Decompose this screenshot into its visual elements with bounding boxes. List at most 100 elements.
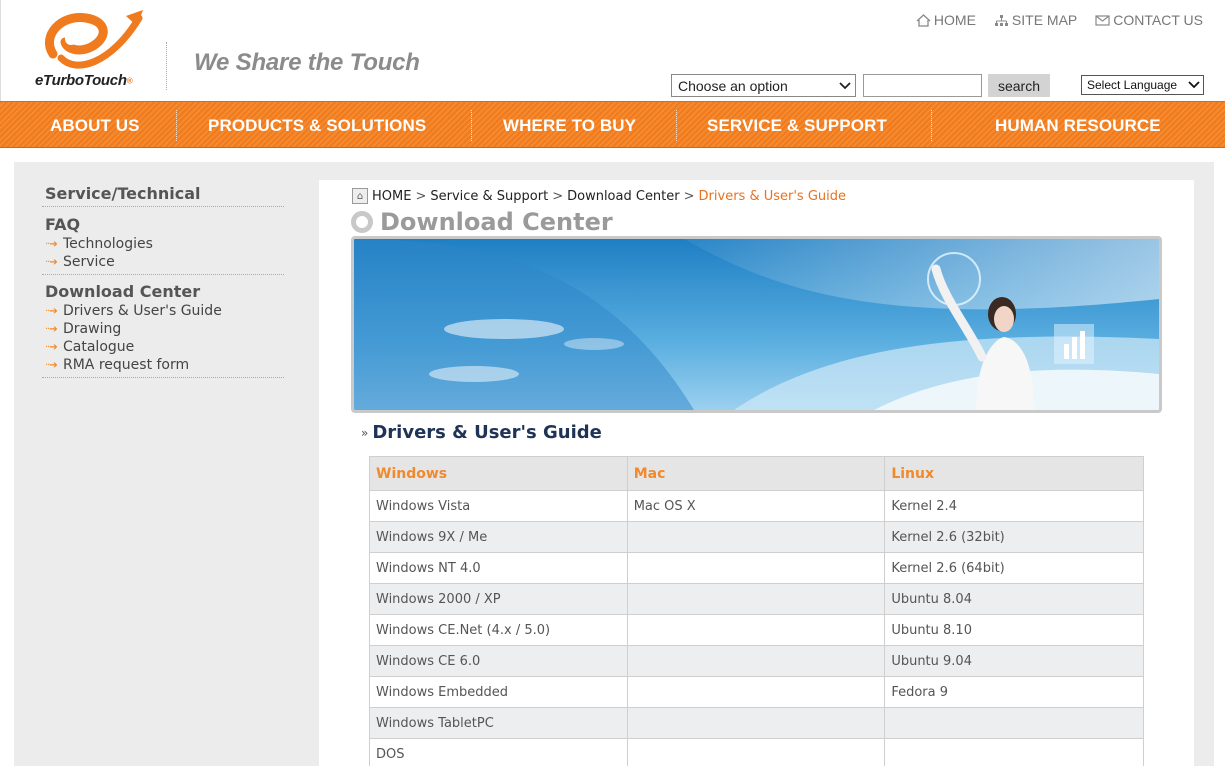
table-cell[interactable]: Mac OS X — [626, 490, 886, 522]
table-cell[interactable]: Windows 2000 / XP — [369, 583, 628, 615]
logo-wordmark-text: eTurboTouch — [35, 72, 127, 89]
sidebar-item-service[interactable]: ··➔ Service — [42, 253, 284, 271]
page-title: Download Center — [351, 208, 613, 236]
table-cell[interactable]: Windows Embedded — [369, 676, 628, 708]
breadcrumb-separator: > — [415, 188, 427, 204]
nav-divider — [676, 110, 677, 141]
nav-products-solutions[interactable]: PRODUCTS & SOLUTIONS — [208, 102, 426, 149]
sidebar-divider — [42, 377, 284, 378]
breadcrumb-current: Drivers & User's Guide — [698, 188, 846, 204]
home-icon[interactable]: ⌂ — [352, 188, 368, 204]
logo-divider — [166, 42, 167, 90]
table-row: DOS — [369, 738, 1144, 766]
table-cell — [626, 645, 886, 677]
table-cell[interactable]: Windows Vista — [369, 490, 628, 522]
nav-divider — [931, 110, 932, 141]
sidebar-title: Service/Technical — [45, 184, 201, 203]
home-link-label: HOME — [933, 12, 976, 28]
table-cell[interactable]: Windows 9X / Me — [369, 521, 628, 553]
nav-service-support[interactable]: SERVICE & SUPPORT — [707, 102, 887, 149]
arrow-right-icon: ··➔ — [45, 359, 58, 371]
search-button[interactable]: search — [988, 74, 1050, 97]
table-cell — [626, 614, 886, 646]
table-cell — [626, 707, 886, 739]
contact-us-link[interactable]: CONTACT US — [1095, 12, 1203, 28]
nav-about-us[interactable]: ABOUT US — [50, 102, 140, 149]
sidebar-item-label: Catalogue — [63, 339, 135, 355]
table-cell[interactable]: Windows TabletPC — [369, 707, 628, 739]
table-cell[interactable]: Kernel 2.4 — [884, 490, 1144, 522]
sidebar-faq-heading[interactable]: FAQ — [42, 215, 284, 235]
table-cell[interactable]: Ubuntu 9.04 — [884, 645, 1144, 677]
table-cell[interactable]: Kernel 2.6 (32bit) — [884, 521, 1144, 553]
breadcrumb-home[interactable]: HOME — [372, 189, 411, 204]
hero-banner-image — [354, 239, 1159, 410]
table-row: Windows Vista Mac OS X Kernel 2.4 — [369, 490, 1144, 522]
sidebar-divider — [42, 274, 284, 275]
home-icon — [916, 13, 931, 27]
table-cell[interactable]: Ubuntu 8.04 — [884, 583, 1144, 615]
sidebar-item-catalogue[interactable]: ··➔ Catalogue — [42, 338, 284, 356]
sidebar-item-drawing[interactable]: ··➔ Drawing — [42, 320, 284, 338]
column-header-windows: Windows — [369, 456, 628, 491]
table-row: Windows CE.Net (4.x / 5.0) Ubuntu 8.10 — [369, 614, 1144, 646]
table-cell[interactable]: Windows CE.Net (4.x / 5.0) — [369, 614, 628, 646]
table-cell — [626, 583, 886, 615]
search-category-value: Choose an option — [678, 77, 788, 94]
circle-bullet-icon — [351, 211, 373, 233]
nav-human-resource[interactable]: HUMAN RESOURCE — [995, 102, 1161, 149]
sidebar-item-technologies[interactable]: ··➔ Technologies — [42, 235, 284, 253]
table-cell[interactable]: Kernel 2.6 (64bit) — [884, 552, 1144, 584]
site-header: eTurboTouch® We Share the Touch HOME SIT… — [0, 0, 1225, 101]
sidebar-item-label: Drivers & User's Guide — [63, 303, 222, 319]
nav-where-to-buy[interactable]: WHERE TO BUY — [503, 102, 636, 149]
table-cell — [626, 738, 886, 766]
table-row: Windows 9X / Me Kernel 2.6 (32bit) — [369, 521, 1144, 553]
page-title-text: Download Center — [380, 208, 613, 236]
breadcrumb-service-support[interactable]: Service & Support — [430, 189, 548, 204]
chevron-down-icon — [1188, 81, 1200, 89]
breadcrumb-download-center[interactable]: Download Center — [567, 189, 680, 204]
site-map-link[interactable]: SITE MAP — [994, 12, 1077, 28]
table-cell[interactable]: Windows CE 6.0 — [369, 645, 628, 677]
table-row: Windows Embedded Fedora 9 — [369, 676, 1144, 708]
table-row: Windows NT 4.0 Kernel 2.6 (64bit) — [369, 552, 1144, 584]
search-category-select[interactable]: Choose an option — [671, 74, 856, 97]
sidebar-item-label: RMA request form — [63, 357, 190, 373]
table-cell — [626, 521, 886, 553]
home-link[interactable]: HOME — [916, 12, 976, 28]
table-cell — [884, 738, 1144, 766]
language-select[interactable]: Select Language — [1081, 75, 1204, 95]
column-header-linux: Linux — [884, 456, 1144, 491]
table-row: Windows TabletPC — [369, 707, 1144, 739]
nav-divider — [471, 110, 472, 141]
table-cell[interactable]: DOS — [369, 738, 628, 766]
sidebar-item-rma[interactable]: ··➔ RMA request form — [42, 356, 284, 374]
arrow-right-icon: ··➔ — [45, 256, 58, 268]
breadcrumb-separator: > — [683, 188, 695, 204]
search-input[interactable] — [863, 74, 982, 97]
mail-icon — [1095, 14, 1110, 26]
breadcrumb: ⌂ HOME > Service & Support > Download Ce… — [352, 188, 846, 204]
sidebar-divider — [42, 206, 284, 207]
hero-banner — [351, 236, 1162, 413]
sidebar-item-label: Service — [63, 254, 115, 270]
sidebar-download-heading[interactable]: Download Center — [42, 282, 284, 302]
sidebar-item-drivers[interactable]: ··➔ Drivers & User's Guide — [42, 302, 284, 320]
breadcrumb-separator: > — [552, 188, 564, 204]
chevron-down-icon — [839, 81, 851, 89]
table-cell[interactable]: Ubuntu 8.10 — [884, 614, 1144, 646]
language-select-value: Select Language — [1087, 78, 1178, 92]
double-arrow-icon: » — [361, 425, 369, 440]
sitemap-icon — [994, 14, 1008, 26]
table-cell[interactable]: Fedora 9 — [884, 676, 1144, 708]
table-row: Windows CE 6.0 Ubuntu 9.04 — [369, 645, 1144, 677]
table-cell — [626, 676, 886, 708]
table-cell — [626, 552, 886, 584]
section-heading: » Drivers & User's Guide — [361, 422, 602, 443]
table-cell[interactable]: Windows NT 4.0 — [369, 552, 628, 584]
arrow-right-icon: ··➔ — [45, 323, 58, 335]
column-header-mac: Mac — [626, 456, 886, 491]
arrow-right-icon: ··➔ — [45, 238, 58, 250]
site-map-link-label: SITE MAP — [1011, 12, 1078, 28]
